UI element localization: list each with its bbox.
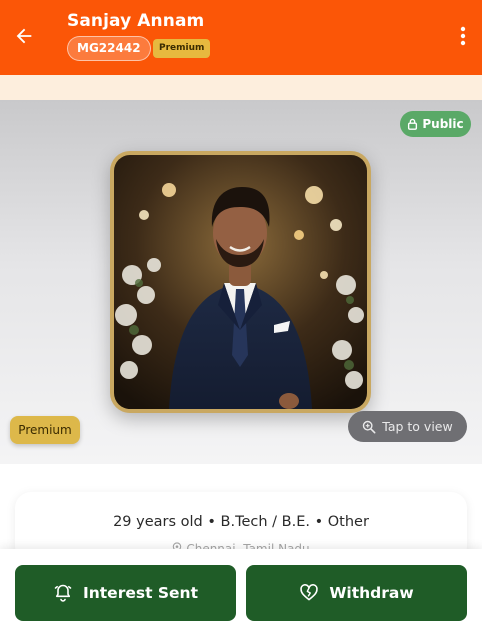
tap-to-view-button[interactable]: Tap to view — [348, 411, 467, 442]
notice-strip — [0, 75, 482, 100]
visibility-badge: Public — [400, 111, 471, 137]
withdraw-button[interactable]: Withdraw — [246, 565, 467, 621]
zoom-in-icon — [363, 420, 376, 433]
premium-chip: Premium — [153, 39, 211, 58]
profile-summary-text: 29 years old • B.Tech / B.E. • Other — [113, 514, 369, 530]
profile-name-title: Sanjay Annam — [67, 11, 205, 31]
tap-to-view-label: Tap to view — [382, 419, 453, 434]
visibility-label: Public — [422, 117, 464, 131]
profile-photo-frame[interactable] — [110, 151, 371, 413]
heart-broken-icon — [300, 584, 319, 601]
more-options-button[interactable] — [450, 20, 476, 52]
back-button[interactable] — [8, 20, 40, 52]
lock-icon — [408, 118, 418, 130]
withdraw-label: Withdraw — [329, 584, 414, 602]
more-vertical-icon — [460, 26, 466, 46]
premium-badge: Premium — [10, 416, 80, 444]
interest-sent-button[interactable]: Interest Sent — [15, 565, 236, 621]
arrow-left-icon — [16, 28, 32, 44]
interest-sent-label: Interest Sent — [82, 584, 199, 602]
profile-id-badge: MG22442 — [67, 36, 151, 61]
profile-photo[interactable] — [114, 155, 367, 409]
bell-ringing-icon — [54, 584, 72, 602]
